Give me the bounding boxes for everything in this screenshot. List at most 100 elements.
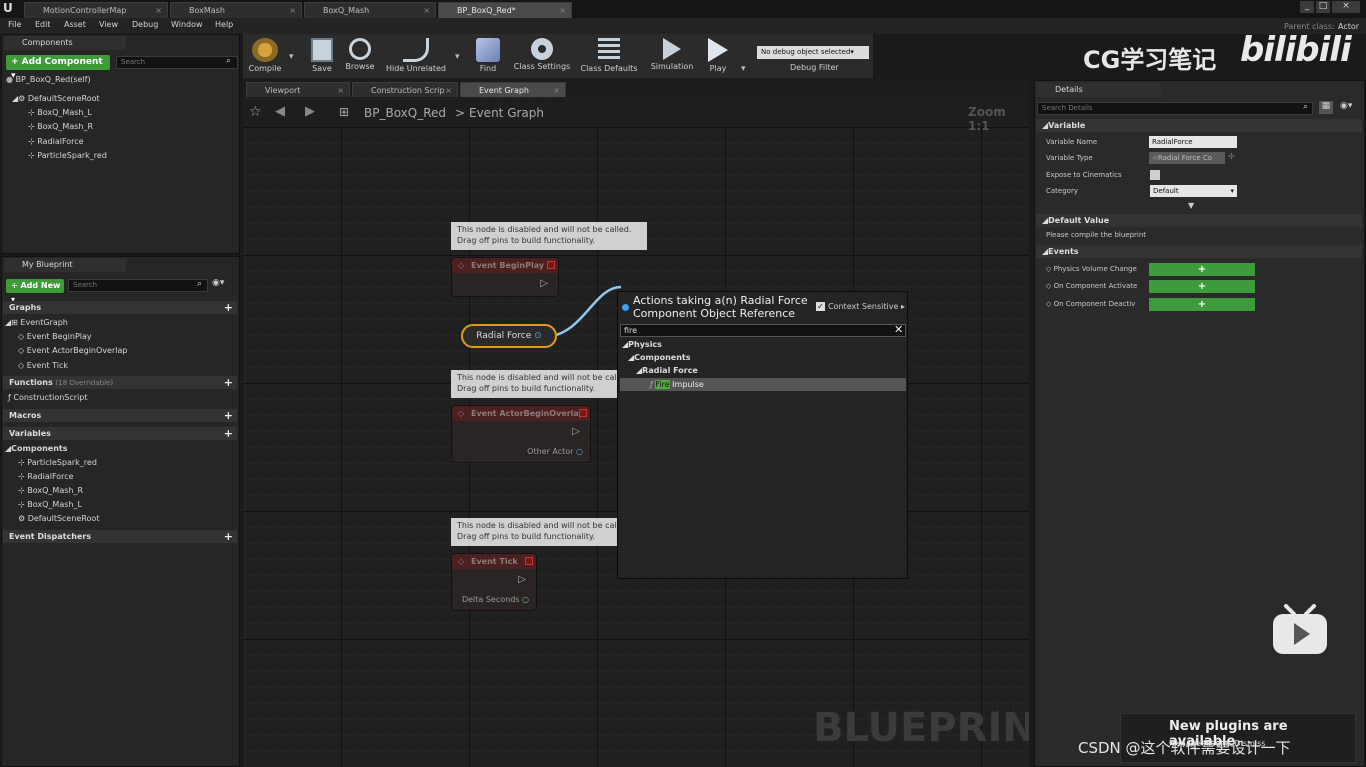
event-actorbeginoverlap-item[interactable]: ◇ Event ActorBeginOverlap — [18, 346, 127, 355]
tab-motioncontrollermap[interactable]: MotionControllerMap × — [24, 2, 168, 18]
var-defaultsceneroot[interactable]: ⚙ DefaultSceneRoot — [18, 514, 99, 523]
add-component-button[interactable]: + Add Component ▾ — [6, 55, 110, 81]
component-defaultsceneroot[interactable]: ◢⚙ DefaultSceneRoot — [12, 94, 100, 103]
add-component-deactivate-event-button[interactable]: + — [1149, 298, 1255, 311]
variable-name-field[interactable]: RadialForce — [1149, 136, 1237, 148]
event-dispatchers-section[interactable]: Event Dispatchers + — [3, 530, 237, 543]
action-fire-impulse[interactable]: ƒ Fire Impulse — [620, 378, 906, 391]
action-context-menu[interactable]: Actions taking a(n) Radial Force Compone… — [617, 291, 908, 579]
blueprint-search-input[interactable]: Search — [68, 279, 208, 292]
menu-debug[interactable]: Debug — [132, 20, 158, 29]
var-boxq-mash-l[interactable]: ⊹ BoxQ_Mash_L — [18, 500, 82, 509]
event-component-activate-label: ◇ On Component Activate — [1046, 282, 1138, 290]
menu-help[interactable]: Help — [215, 20, 233, 29]
browse-button[interactable]: Browse — [338, 36, 382, 76]
add-function-icon[interactable]: + — [224, 376, 233, 389]
components-tab[interactable]: Components — [4, 36, 126, 50]
play-dropdown-icon[interactable]: ▾ — [741, 64, 746, 74]
advanced-expand-icon[interactable]: ▼ — [1188, 201, 1194, 210]
component-boxq-mash-r[interactable]: ⊹ BoxQ_Mash_R — [28, 122, 93, 131]
component-particlespark-red[interactable]: ⊹ ParticleSpark_red — [28, 151, 107, 160]
component-boxq-mash-l[interactable]: ⊹ BoxQ_Mash_L — [28, 108, 92, 117]
context-sensitive-label[interactable]: Context Sensitive ▸ — [828, 302, 905, 311]
tab-boxmash[interactable]: BoxMash × — [170, 2, 302, 18]
unreal-logo-icon[interactable]: U — [3, 1, 17, 15]
bilibili-logo: bilibili — [1240, 30, 1352, 70]
find-button[interactable]: Find — [466, 36, 510, 76]
events-section[interactable]: ◢Events — [1036, 245, 1362, 258]
construction-script-item[interactable]: ƒ ConstructionScript — [8, 393, 88, 402]
expose-cinematics-label: Expose to Cinematics — [1046, 171, 1122, 179]
grid-view-icon[interactable]: ▦ — [1319, 101, 1333, 114]
components-var-group[interactable]: ◢Components — [5, 444, 67, 453]
functions-section[interactable]: Functions (18 Overridable) + — [3, 376, 237, 389]
tab-viewport[interactable]: Viewport × — [246, 82, 350, 98]
var-boxq-mash-r[interactable]: ⊹ BoxQ_Mash_R — [18, 486, 83, 495]
components-search-input[interactable]: Search — [116, 56, 238, 69]
play-button[interactable]: Play — [698, 36, 738, 76]
tab-construction-script[interactable]: Construction Scrip × — [352, 82, 458, 98]
category-select[interactable]: Default ▾ — [1150, 185, 1237, 197]
self-item[interactable]: ● BP_BoxQ_Red(self) — [6, 75, 91, 84]
menu-window[interactable]: Window — [171, 20, 203, 29]
tab-boxq-mash[interactable]: BoxQ_Mash × — [304, 2, 436, 18]
add-physics-volume-event-button[interactable]: + — [1149, 263, 1255, 276]
compile-dropdown-icon[interactable]: ▾ — [289, 52, 294, 62]
simulation-button[interactable]: Simulation — [648, 36, 696, 76]
simulation-icon — [663, 38, 681, 60]
category-radial-force[interactable]: ◢Radial Force — [636, 366, 698, 375]
default-value-section[interactable]: ◢Default Value — [1036, 214, 1362, 227]
maximize-button[interactable]: □ — [1316, 1, 1330, 13]
menu-view[interactable]: View — [99, 20, 118, 29]
variable-type-field[interactable]: ⊹Radial Force Co — [1149, 152, 1225, 164]
class-settings-button[interactable]: Class Settings — [512, 36, 572, 76]
action-search-input[interactable]: fire — [620, 324, 906, 337]
my-blueprint-tab[interactable]: My Blueprint — [4, 258, 126, 272]
var-radialforce[interactable]: ⊹ RadialForce — [18, 472, 74, 481]
menu-asset[interactable]: Asset — [64, 20, 86, 29]
close-button[interactable]: × — [1332, 1, 1360, 13]
tab-bp-boxq-red[interactable]: BP_BoxQ_Red* × — [438, 2, 572, 18]
find-icon — [476, 38, 500, 62]
hide-unrelated-button[interactable]: Hide Unrelated — [384, 36, 448, 76]
var-particlespark-red[interactable]: ⊹ ParticleSpark_red — [18, 458, 97, 467]
add-macro-icon[interactable]: + — [224, 409, 233, 422]
context-sensitive-checkbox[interactable]: ✓ — [816, 302, 825, 311]
hide-unrelated-dropdown-icon[interactable]: ▾ — [455, 52, 460, 62]
eye-icon[interactable]: ◉▾ — [1340, 101, 1352, 111]
menu-edit[interactable]: Edit — [35, 20, 51, 29]
macros-section[interactable]: Macros + — [3, 409, 237, 422]
category-physics[interactable]: ◢Physics — [622, 340, 662, 349]
event-graph-item[interactable]: ◢⊞ EventGraph — [5, 318, 68, 327]
eye-icon[interactable]: ◉▾ — [212, 278, 224, 288]
minimize-button[interactable]: _ — [1300, 1, 1314, 13]
class-defaults-button[interactable]: Class Defaults — [578, 36, 640, 76]
debug-filter-label: Debug Filter — [790, 63, 839, 72]
category-components[interactable]: ◢Components — [628, 353, 690, 362]
add-component-activate-event-button[interactable]: + — [1149, 280, 1255, 293]
debug-object-select[interactable]: No debug object selected▾ — [757, 46, 869, 59]
event-beginplay-item[interactable]: ◇ Event BeginPlay — [18, 332, 92, 341]
graph-watermark: BLUEPRINT — [813, 705, 1029, 751]
add-new-button[interactable]: + Add New ▾ — [6, 279, 64, 304]
variables-section[interactable]: Variables + — [3, 427, 237, 440]
event-tick-item[interactable]: ◇ Event Tick — [18, 361, 68, 370]
menu-file[interactable]: File — [8, 20, 21, 29]
context-menu-title-2: Component Object Reference — [633, 307, 796, 320]
expose-cinematics-checkbox[interactable] — [1150, 170, 1160, 180]
title-bar: U MotionControllerMap × BoxMash × BoxQ_Mas… — [0, 0, 1366, 18]
tab-event-graph[interactable]: Event Graph × — [460, 82, 566, 98]
details-tab[interactable]: Details — [1037, 83, 1161, 97]
add-variable-icon[interactable]: + — [224, 427, 233, 440]
compile-button[interactable]: Compile — [243, 36, 287, 76]
component-radialforce[interactable]: ⊹ RadialForce — [28, 137, 84, 146]
add-dispatcher-icon[interactable]: + — [224, 530, 233, 543]
clear-search-icon[interactable]: ✕ — [894, 323, 903, 336]
details-search-input[interactable]: Search Details — [1037, 102, 1313, 115]
hide-unrelated-icon — [403, 38, 429, 62]
graphs-section[interactable]: Graphs + — [3, 301, 237, 314]
variable-type-link-icon[interactable]: ✣ — [1228, 152, 1235, 161]
variable-section[interactable]: ◢Variable — [1036, 119, 1362, 132]
radial-force-node[interactable]: Radial Force ⊙ — [461, 324, 557, 348]
add-graph-icon[interactable]: + — [224, 301, 233, 314]
